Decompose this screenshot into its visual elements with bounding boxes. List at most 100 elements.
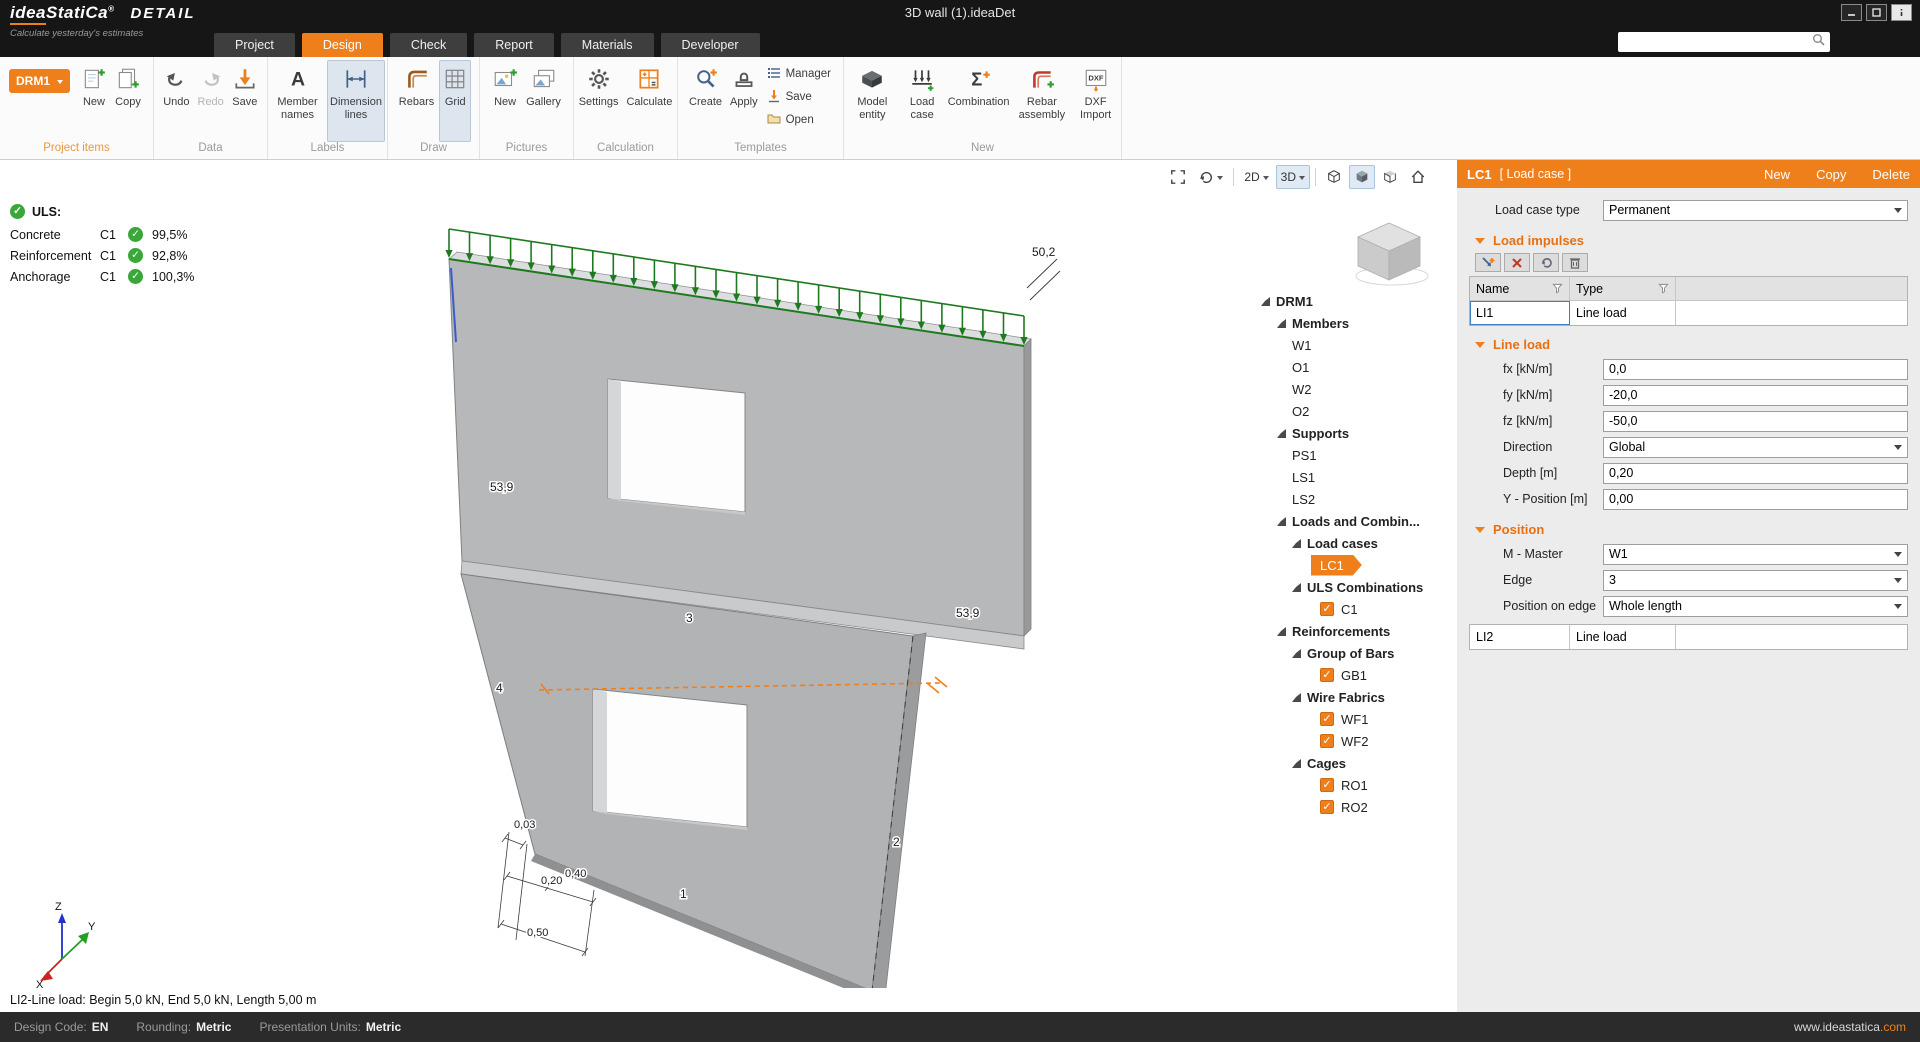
- fx-input[interactable]: 0,0: [1603, 359, 1908, 380]
- tree-item-w1[interactable]: W1: [1259, 334, 1456, 356]
- tree-item-gb1[interactable]: GB1: [1259, 664, 1456, 686]
- tree-item-cages[interactable]: Cages: [1259, 752, 1456, 774]
- redo-button[interactable]: Redo: [195, 60, 227, 142]
- new-project-item-button[interactable]: New: [78, 60, 110, 142]
- settings-button[interactable]: Settings: [576, 60, 622, 142]
- tab-developer[interactable]: Developer: [661, 33, 760, 57]
- save-button[interactable]: Save: [229, 60, 261, 142]
- tree-item-o2[interactable]: O2: [1259, 400, 1456, 422]
- expander-icon[interactable]: [1292, 539, 1301, 548]
- home-view-button[interactable]: [1405, 165, 1431, 189]
- transparent-view-button[interactable]: [1377, 165, 1403, 189]
- template-open-button[interactable]: Open: [763, 110, 835, 130]
- opening-o1[interactable]: [593, 689, 747, 830]
- fz-input[interactable]: -50,0: [1603, 411, 1908, 432]
- search-icon[interactable]: [1812, 33, 1825, 51]
- gallery-button[interactable]: Gallery: [523, 60, 564, 142]
- copy-project-item-button[interactable]: Copy: [112, 60, 144, 142]
- duplicate-load-impulse-button[interactable]: [1533, 253, 1559, 272]
- rebars-button[interactable]: Rebars: [396, 60, 437, 142]
- checkbox-checked-icon[interactable]: [1320, 602, 1334, 616]
- tree-item-ls2[interactable]: LS2: [1259, 488, 1456, 510]
- expander-icon[interactable]: [1292, 693, 1301, 702]
- tab-report[interactable]: Report: [474, 33, 554, 57]
- trash-load-impulse-button[interactable]: [1562, 253, 1588, 272]
- combination-button[interactable]: Σ Combination: [946, 60, 1012, 142]
- position-on-edge-select[interactable]: Whole length: [1603, 596, 1908, 617]
- delete-load-case-button[interactable]: Delete: [1872, 167, 1910, 182]
- undo-button[interactable]: Undo: [160, 60, 192, 142]
- filter-icon[interactable]: [1552, 283, 1563, 294]
- tree-item-uls-combinations[interactable]: ULS Combinations: [1259, 576, 1456, 598]
- section-position[interactable]: Position: [1463, 518, 1908, 540]
- app-info-button[interactable]: [1891, 4, 1912, 21]
- axonometry-button[interactable]: [1321, 165, 1347, 189]
- tab-check[interactable]: Check: [390, 33, 467, 57]
- search-box[interactable]: [1618, 32, 1830, 52]
- tree-item-lc1[interactable]: LC1: [1259, 554, 1456, 576]
- edge-select[interactable]: 3: [1603, 570, 1908, 591]
- load-case-button[interactable]: Load case: [901, 60, 944, 142]
- expander-icon[interactable]: [1277, 319, 1286, 328]
- 3d-model[interactable]: 50,2 53,9 53,9 3 4 2 1 0,03 0,20 0,40 0,…: [0, 160, 1457, 1012]
- copy-load-case-button[interactable]: Copy: [1816, 167, 1846, 182]
- expander-icon[interactable]: [1292, 649, 1301, 658]
- opening-o2[interactable]: [608, 379, 745, 515]
- tree-item-ls1[interactable]: LS1: [1259, 466, 1456, 488]
- filter-icon[interactable]: [1658, 283, 1669, 294]
- expander-icon[interactable]: [1277, 627, 1286, 636]
- tree-item-w2[interactable]: W2: [1259, 378, 1456, 400]
- tree-item-c1[interactable]: C1: [1259, 598, 1456, 620]
- tree-item-ps1[interactable]: PS1: [1259, 444, 1456, 466]
- solid-view-button[interactable]: [1349, 165, 1375, 189]
- tab-design[interactable]: Design: [302, 33, 383, 57]
- direction-select[interactable]: Global: [1603, 437, 1908, 458]
- section-load-impulses[interactable]: Load impulses: [1463, 229, 1908, 251]
- rebar-assembly-button[interactable]: Rebar assembly: [1014, 60, 1071, 142]
- template-save-button[interactable]: Save: [763, 87, 835, 107]
- grid-button[interactable]: Grid: [439, 60, 471, 142]
- tree-item-wf1[interactable]: WF1: [1259, 708, 1456, 730]
- tree-item-ro1[interactable]: RO1: [1259, 774, 1456, 796]
- checkbox-checked-icon[interactable]: [1320, 778, 1334, 792]
- member-names-button[interactable]: A Member names: [270, 60, 325, 142]
- impulse-row-li1[interactable]: LI1 Line load: [1470, 301, 1907, 325]
- website-link[interactable]: www.ideastatica.com: [1794, 1020, 1906, 1034]
- checkbox-checked-icon[interactable]: [1320, 800, 1334, 814]
- tree-item-drm1[interactable]: DRM1: [1259, 290, 1456, 312]
- tree-item-supports[interactable]: Supports: [1259, 422, 1456, 444]
- dxf-import-button[interactable]: DXF DXF Import: [1072, 60, 1119, 142]
- tree-item-group-of-bars[interactable]: Group of Bars: [1259, 642, 1456, 664]
- navigation-cube-widget[interactable]: [1356, 223, 1428, 285]
- calculate-button[interactable]: Calculate: [623, 60, 675, 142]
- project-item-selector[interactable]: DRM1: [9, 69, 70, 93]
- load-case-type-select[interactable]: Permanent: [1603, 200, 1908, 221]
- minimize-button[interactable]: [1841, 4, 1862, 21]
- dimension-lines-button[interactable]: Dimension lines: [327, 60, 385, 142]
- expander-icon[interactable]: [1292, 759, 1301, 768]
- view-2d-button[interactable]: 2D: [1239, 165, 1273, 189]
- expander-icon[interactable]: [1261, 297, 1270, 306]
- checkbox-checked-icon[interactable]: [1320, 712, 1334, 726]
- checkbox-checked-icon[interactable]: [1320, 734, 1334, 748]
- tab-materials[interactable]: Materials: [561, 33, 654, 57]
- tab-project[interactable]: Project: [214, 33, 295, 57]
- template-manager-button[interactable]: Manager: [763, 64, 835, 84]
- depth-input[interactable]: 0,20: [1603, 463, 1908, 484]
- tree-item-load-cases[interactable]: Load cases: [1259, 532, 1456, 554]
- search-input[interactable]: [1623, 35, 1808, 49]
- impulse-row-li2[interactable]: LI2 Line load: [1470, 625, 1907, 649]
- tree-item-wire-fabrics[interactable]: Wire Fabrics: [1259, 686, 1456, 708]
- tree-item-reinforcements[interactable]: Reinforcements: [1259, 620, 1456, 642]
- section-line-load[interactable]: Line load: [1463, 333, 1908, 355]
- y-position-input[interactable]: 0,00: [1603, 489, 1908, 510]
- master-select[interactable]: W1: [1603, 544, 1908, 565]
- new-load-case-button[interactable]: New: [1764, 167, 1790, 182]
- apply-template-button[interactable]: Apply: [727, 60, 761, 142]
- checkbox-checked-icon[interactable]: [1320, 668, 1334, 682]
- viewport-canvas[interactable]: 50,2 53,9 53,9 3 4 2 1 0,03 0,20 0,40 0,…: [0, 160, 1457, 1012]
- add-load-impulse-button[interactable]: [1475, 253, 1501, 272]
- tree-item-members[interactable]: Members: [1259, 312, 1456, 334]
- tree-item-o1[interactable]: O1: [1259, 356, 1456, 378]
- expander-icon[interactable]: [1277, 517, 1286, 526]
